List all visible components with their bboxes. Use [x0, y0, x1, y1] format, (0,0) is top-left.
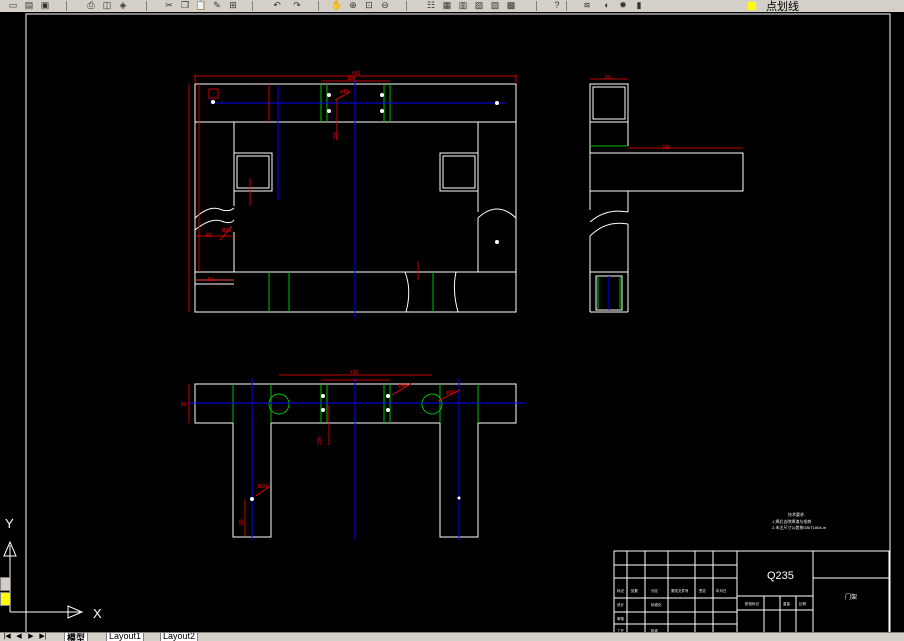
- ucs-x-label: X: [93, 606, 102, 621]
- plan-dim-vertical-text: 200: [317, 436, 323, 445]
- plan-dim-hole1-text: φ20: [398, 383, 407, 389]
- properties-palette-grip[interactable]: [0, 577, 11, 591]
- svg-text:阶段标记: 阶段标记: [745, 601, 759, 606]
- match-properties-icon[interactable]: ✎: [210, 0, 224, 11]
- side-view: [589, 83, 744, 313]
- help-icon[interactable]: ?: [550, 0, 564, 11]
- toolbar-separator: [66, 1, 67, 11]
- properties-icon[interactable]: ☷: [424, 0, 438, 11]
- block-editor-icon[interactable]: ⊞: [226, 0, 240, 11]
- svg-text:设计: 设计: [617, 602, 625, 607]
- paste-icon[interactable]: 📋: [194, 0, 208, 11]
- part-name-text: 门架: [845, 593, 857, 601]
- undo-icon[interactable]: ↶: [270, 0, 284, 11]
- model-space-canvas[interactable]: 450 100 φ10 50 80 R20 200 80 300 410 φ20…: [0, 12, 904, 637]
- svg-text:标准化: 标准化: [651, 602, 662, 607]
- dim-left-small-text: 50: [208, 277, 214, 283]
- side-dimension-texts: 80 300: [605, 75, 671, 151]
- plan-dim-hole2-text: φ30: [446, 390, 455, 396]
- design-center-icon[interactable]: ▦: [440, 0, 454, 11]
- side-dim-top-text: 80: [605, 75, 611, 81]
- zoom-realtime-icon[interactable]: ⊕: [346, 0, 360, 11]
- plot-icon[interactable]: ⎙: [84, 0, 98, 11]
- zoom-previous-icon[interactable]: ⊖: [378, 0, 392, 11]
- side-dim-arm-text: 300: [662, 145, 671, 151]
- svg-text:签名: 签名: [699, 588, 706, 593]
- plan-centerlines: [188, 378, 526, 540]
- technical-notes: 技术要求 1.焊后去除焊渣与毛刺 2.未注尺寸公差按GB/T1804-m: [772, 511, 827, 530]
- svg-text:更改文件号: 更改文件号: [671, 588, 689, 593]
- toolbar-separator: [536, 1, 537, 11]
- svg-text:标记: 标记: [617, 588, 625, 593]
- plan-dim-radius-text: R10: [258, 484, 267, 490]
- drawing-svg: 450 100 φ10 50 80 R20 200 80 300 410 φ20…: [3, 13, 891, 637]
- toolbar-separator: [252, 1, 253, 11]
- svg-text:比例: 比例: [799, 601, 807, 606]
- new-icon[interactable]: ▭: [6, 0, 20, 11]
- lock-icon[interactable]: ▮: [632, 0, 646, 11]
- front-centerlines: [210, 78, 505, 318]
- dim-hole-text: φ10: [340, 89, 349, 95]
- dim-left-mid-text: 80: [206, 233, 212, 239]
- markup-icon[interactable]: ▧: [488, 0, 502, 11]
- layer-color-swatch: [748, 2, 756, 10]
- cut-icon[interactable]: ✂: [162, 0, 176, 11]
- pan-icon[interactable]: ✋: [330, 0, 344, 11]
- front-left-tube: [233, 152, 273, 192]
- tool-palettes-icon[interactable]: ▥: [456, 0, 470, 11]
- plan-dim-span-text: 410: [350, 370, 359, 376]
- dim-vertical-text: 200: [333, 131, 339, 140]
- save-icon[interactable]: ▣: [38, 0, 52, 11]
- redo-icon[interactable]: ↷: [290, 0, 304, 11]
- svg-text:分区: 分区: [651, 588, 659, 593]
- plan-dimension-texts: 410 φ20 φ30 80 R10: [181, 370, 455, 490]
- sheet-border: [25, 13, 891, 635]
- layer-swatch-icon: [0, 592, 11, 606]
- side-dimensions: [590, 78, 743, 149]
- front-right-tube: [439, 152, 479, 192]
- dim-top-span-text: 100: [347, 76, 356, 82]
- front-dimensions: [188, 74, 517, 312]
- layer-state-icon[interactable]: ◐: [600, 0, 614, 11]
- toolbar-separator: [406, 1, 407, 11]
- toolbar-separator: [318, 1, 319, 11]
- svg-text:重量: 重量: [783, 601, 791, 606]
- open-icon[interactable]: ▤: [22, 0, 36, 11]
- sheet-set-icon[interactable]: ▨: [472, 0, 486, 11]
- plan-dim-height-text: 80: [181, 402, 187, 408]
- svg-text:年月日: 年月日: [716, 588, 727, 593]
- ucs-y-label: Y: [5, 516, 14, 531]
- front-green-lines: [268, 84, 434, 312]
- note-line-1: 1.焊后去除焊渣与毛刺: [772, 518, 811, 524]
- note-title: 技术要求: [788, 511, 804, 517]
- plan-dim-bottom-text: 90: [239, 519, 245, 525]
- layer-manager-icon[interactable]: ≋: [580, 0, 594, 11]
- note-line-2: 2.未注尺寸公差按GB/T1804-m: [772, 524, 827, 530]
- svg-text:审核: 审核: [617, 616, 625, 621]
- material-text: Q235: [767, 570, 794, 582]
- copy-icon[interactable]: ❐: [178, 0, 192, 11]
- plan-dimensions: [188, 374, 461, 536]
- toolbar-separator: [566, 1, 567, 11]
- toolbar-separator: [146, 1, 147, 11]
- preview-icon[interactable]: ◫: [100, 0, 114, 11]
- dim-radius-text: R20: [222, 228, 231, 234]
- freeze-icon[interactable]: ✹: [616, 0, 630, 11]
- ucs-icon: [3, 540, 84, 619]
- quickcalc-icon[interactable]: ▩: [504, 0, 518, 11]
- svg-text:处数: 处数: [631, 588, 639, 593]
- zoom-window-icon[interactable]: ⊡: [362, 0, 376, 11]
- side-arm: [589, 152, 744, 192]
- publish-icon[interactable]: ◈: [116, 0, 130, 11]
